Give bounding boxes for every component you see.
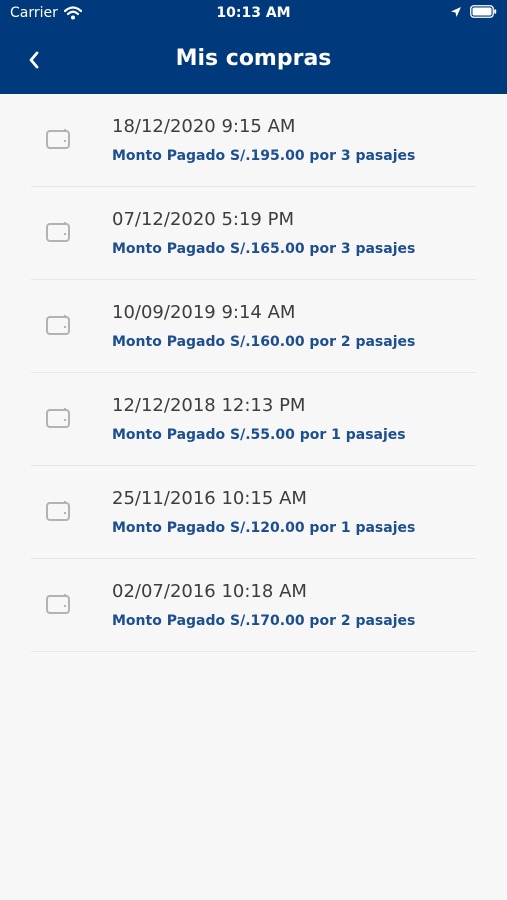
purchase-row[interactable]: 02/07/2016 10:18 AM Monto Pagado S/.170.… (31, 559, 476, 652)
purchase-amount: Monto Pagado S/.170.00 por 2 pasajes (112, 613, 416, 629)
purchase-amount: Monto Pagado S/.160.00 por 2 pasajes (112, 334, 416, 350)
wallet-icon (46, 408, 70, 428)
page-title: Mis compras (175, 46, 332, 71)
wallet-icon (46, 129, 70, 149)
purchase-amount: Monto Pagado S/.55.00 por 1 pasajes (112, 427, 406, 443)
status-bar: Carrier 10:13 AM (0, 0, 507, 28)
purchase-row[interactable]: 18/12/2020 9:15 AM Monto Pagado S/.195.0… (31, 94, 476, 187)
purchase-row[interactable]: 25/11/2016 10:15 AM Monto Pagado S/.120.… (31, 466, 476, 559)
purchase-amount: Monto Pagado S/.120.00 por 1 pasajes (112, 520, 416, 536)
status-time: 10:13 AM (216, 5, 291, 21)
purchase-date: 02/07/2016 10:18 AM (112, 581, 307, 602)
battery-icon (470, 5, 497, 18)
nav-bar: Mis compras (0, 28, 507, 94)
purchase-row[interactable]: 12/12/2018 12:13 PM Monto Pagado S/.55.0… (31, 373, 476, 466)
wallet-icon (46, 594, 70, 614)
wallet-icon (46, 501, 70, 521)
purchase-row[interactable]: 10/09/2019 9:14 AM Monto Pagado S/.160.0… (31, 280, 476, 373)
wallet-icon (46, 315, 70, 335)
wallet-icon (46, 222, 70, 242)
header: Carrier 10:13 AM Mis compras (0, 0, 507, 94)
status-right (450, 5, 497, 18)
purchase-amount: Monto Pagado S/.195.00 por 3 pasajes (112, 148, 416, 164)
purchase-date: 10/09/2019 9:14 AM (112, 302, 296, 323)
purchase-date: 12/12/2018 12:13 PM (112, 395, 306, 416)
purchase-amount: Monto Pagado S/.165.00 por 3 pasajes (112, 241, 416, 257)
purchase-date: 07/12/2020 5:19 PM (112, 209, 294, 230)
purchase-date: 18/12/2020 9:15 AM (112, 116, 296, 137)
location-arrow-icon (451, 6, 461, 17)
purchase-list: 18/12/2020 9:15 AM Monto Pagado S/.195.0… (0, 94, 507, 652)
purchase-row[interactable]: 07/12/2020 5:19 PM Monto Pagado S/.165.0… (31, 187, 476, 280)
purchase-date: 25/11/2016 10:15 AM (112, 488, 307, 509)
